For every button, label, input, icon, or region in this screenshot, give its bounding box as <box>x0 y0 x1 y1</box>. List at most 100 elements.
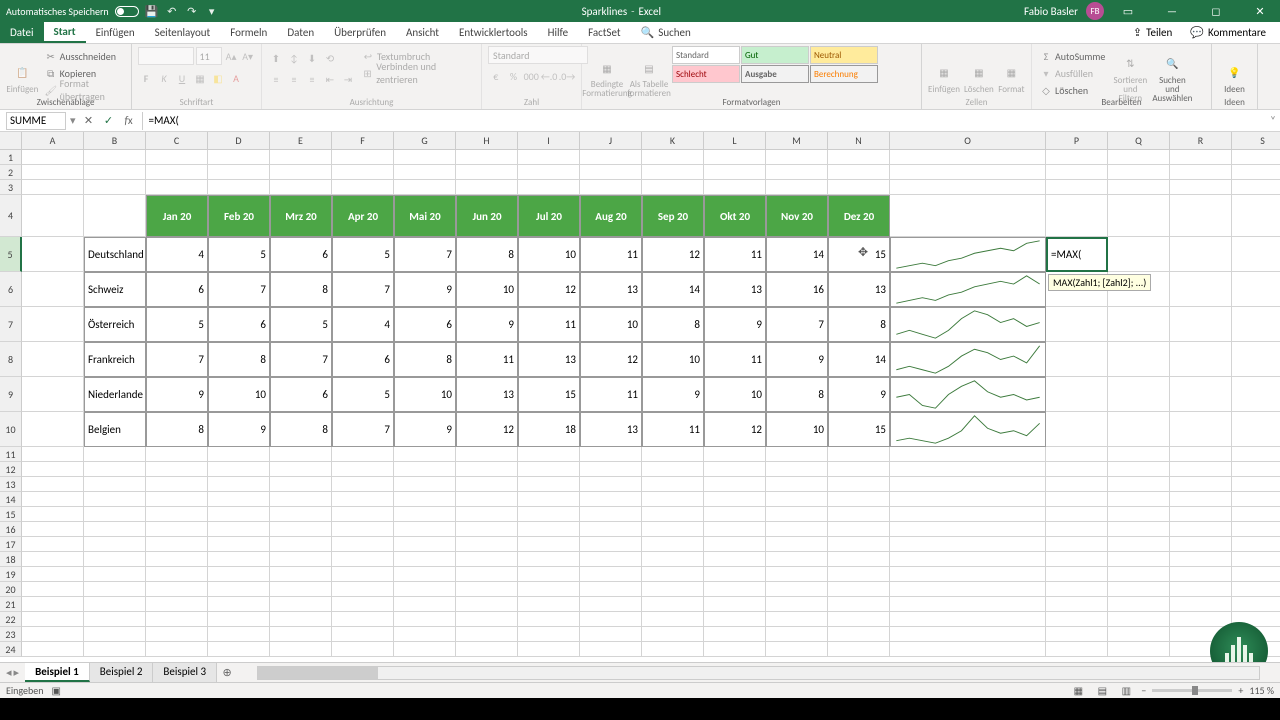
cell[interactable] <box>332 567 394 582</box>
row-header[interactable]: 19 <box>0 567 22 582</box>
cell[interactable] <box>456 582 518 597</box>
cell[interactable] <box>890 165 1046 180</box>
macro-record-icon[interactable]: ▣ <box>52 684 61 697</box>
cell[interactable] <box>1232 582 1280 597</box>
cell[interactable] <box>332 150 394 165</box>
cell[interactable] <box>84 627 146 642</box>
tab-daten[interactable]: Daten <box>277 22 324 43</box>
cell[interactable]: 11 <box>580 377 642 412</box>
increase-font-icon[interactable]: A▴ <box>224 48 239 64</box>
cell[interactable] <box>1170 552 1232 567</box>
cell[interactable]: 8 <box>208 342 270 377</box>
cell[interactable] <box>456 522 518 537</box>
cell[interactable]: Sep 20 <box>642 195 704 237</box>
cell[interactable] <box>704 642 766 657</box>
cell[interactable] <box>1170 492 1232 507</box>
cell[interactable]: Nov 20 <box>766 195 828 237</box>
cell[interactable]: 5 <box>332 377 394 412</box>
cell[interactable] <box>704 165 766 180</box>
cell[interactable] <box>146 447 208 462</box>
italic-button[interactable]: K <box>156 70 172 86</box>
sparkline-cell[interactable] <box>890 307 1046 342</box>
cell[interactable] <box>1108 307 1170 342</box>
cell[interactable] <box>1046 307 1108 342</box>
cell[interactable] <box>1046 552 1108 567</box>
cell[interactable] <box>1232 307 1280 342</box>
cell[interactable] <box>394 477 456 492</box>
cell[interactable] <box>394 627 456 642</box>
cell[interactable] <box>704 612 766 627</box>
col-header[interactable]: J <box>580 132 642 150</box>
align-middle-icon[interactable]: ↕ <box>286 50 302 66</box>
cell[interactable] <box>1232 522 1280 537</box>
col-header[interactable]: E <box>270 132 332 150</box>
cell[interactable] <box>1046 582 1108 597</box>
cell[interactable] <box>1170 537 1232 552</box>
cell[interactable] <box>704 537 766 552</box>
cell[interactable] <box>642 462 704 477</box>
row-header[interactable]: 10 <box>0 412 22 447</box>
cell[interactable] <box>84 462 146 477</box>
cell[interactable]: 8 <box>394 342 456 377</box>
cell[interactable]: 8 <box>456 237 518 272</box>
cell[interactable] <box>1046 412 1108 447</box>
cell[interactable] <box>456 462 518 477</box>
cell[interactable] <box>270 180 332 195</box>
cell[interactable] <box>890 612 1046 627</box>
cell[interactable] <box>22 180 84 195</box>
cell[interactable] <box>518 507 580 522</box>
sparkline-cell[interactable] <box>890 342 1046 377</box>
cell[interactable] <box>270 642 332 657</box>
cell[interactable] <box>1232 447 1280 462</box>
formula-input[interactable]: =MAX( <box>142 112 1266 130</box>
cell[interactable] <box>456 477 518 492</box>
cell[interactable]: 7 <box>766 307 828 342</box>
row-header[interactable]: 15 <box>0 507 22 522</box>
autosave-toggle[interactable]: Automatisches Speichern <box>6 5 139 18</box>
cell[interactable] <box>518 447 580 462</box>
row-header[interactable]: 4 <box>0 195 22 237</box>
cell[interactable] <box>580 522 642 537</box>
cell[interactable]: 7 <box>332 412 394 447</box>
decrease-decimal-icon[interactable]: .0→ <box>559 68 575 84</box>
cell[interactable] <box>1170 582 1232 597</box>
zoom-in-icon[interactable]: + <box>1238 684 1243 697</box>
cell[interactable] <box>518 597 580 612</box>
cell[interactable] <box>518 522 580 537</box>
cell[interactable] <box>22 612 84 627</box>
cell[interactable]: 10 <box>580 307 642 342</box>
cell[interactable] <box>1170 447 1232 462</box>
cell[interactable] <box>1046 150 1108 165</box>
cell[interactable] <box>270 612 332 627</box>
cell[interactable] <box>270 582 332 597</box>
cell[interactable] <box>890 627 1046 642</box>
cell[interactable] <box>828 552 890 567</box>
cell[interactable] <box>270 165 332 180</box>
cell[interactable] <box>1108 567 1170 582</box>
cell[interactable] <box>456 180 518 195</box>
cell[interactable] <box>84 567 146 582</box>
cell[interactable]: 6 <box>332 342 394 377</box>
cell[interactable] <box>1232 377 1280 412</box>
cell[interactable]: Okt 20 <box>704 195 766 237</box>
cell[interactable] <box>828 477 890 492</box>
cell[interactable] <box>22 412 84 447</box>
cell[interactable] <box>394 642 456 657</box>
row-header[interactable]: 3 <box>0 180 22 195</box>
cell[interactable] <box>704 567 766 582</box>
bold-button[interactable]: F <box>138 70 154 86</box>
row-header[interactable]: 23 <box>0 627 22 642</box>
col-header[interactable]: M <box>766 132 828 150</box>
cell[interactable]: 12 <box>456 412 518 447</box>
cell[interactable] <box>1046 165 1108 180</box>
cell[interactable] <box>84 150 146 165</box>
cell[interactable] <box>332 492 394 507</box>
cell[interactable] <box>1170 412 1232 447</box>
cell[interactable]: 14 <box>766 237 828 272</box>
cell[interactable] <box>270 597 332 612</box>
cell[interactable] <box>270 492 332 507</box>
cell[interactable] <box>766 492 828 507</box>
row-header[interactable]: 20 <box>0 582 22 597</box>
cell[interactable] <box>84 582 146 597</box>
sheet-nav-last-icon[interactable]: ▸ <box>14 666 20 679</box>
